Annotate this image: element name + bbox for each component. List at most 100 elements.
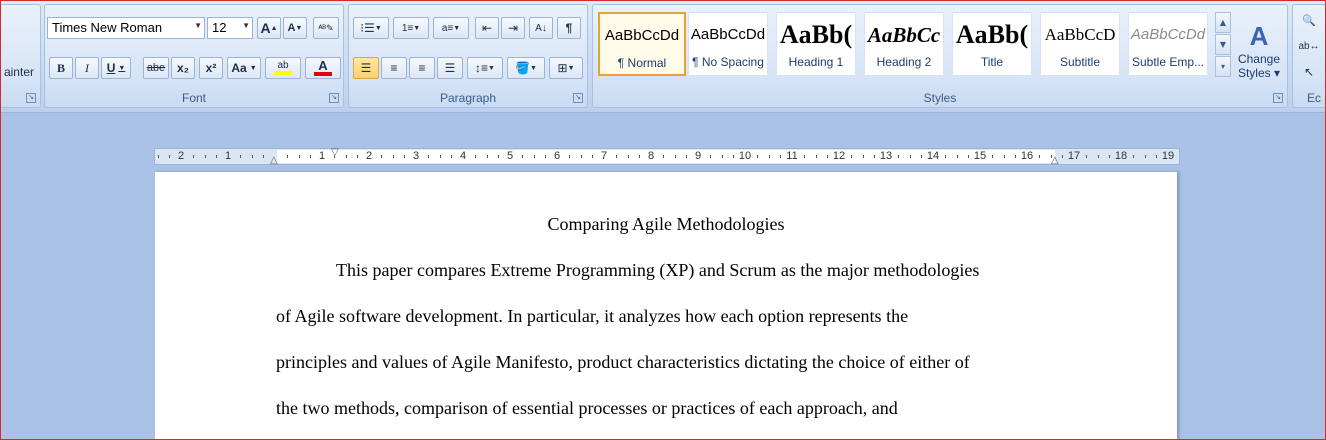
right-indent-marker[interactable]: △	[1051, 155, 1059, 166]
paragraph-group-label: Paragraph	[439, 91, 497, 105]
styles-scroll: ▲ ▼ ▾	[1215, 12, 1231, 78]
font-size-value: 12	[212, 20, 227, 35]
shading-button[interactable]: 🪣 ▼	[507, 57, 545, 79]
style-normal[interactable]: AaBbCcDd ¶ Normal	[598, 12, 686, 76]
scroll-down-icon[interactable]: ▼	[1215, 34, 1231, 55]
document-page[interactable]: Comparing Agile Methodologies This paper…	[155, 172, 1177, 440]
clipboard-launcher-icon[interactable]: ↘	[26, 93, 36, 103]
italic-button[interactable]: I	[75, 57, 99, 79]
ruler-tick	[263, 155, 265, 158]
change-styles-label: Change	[1237, 51, 1281, 66]
ruler-tick	[1085, 155, 1087, 158]
style-name: Heading 1	[788, 55, 844, 69]
ruler-tick	[592, 155, 594, 158]
ruler-number: 12	[832, 150, 846, 162]
ruler-number: 6	[553, 150, 561, 162]
ruler-tick	[498, 155, 500, 158]
ruler-tick	[756, 155, 758, 158]
multilevel-list-button[interactable]: a≡ ▼	[433, 17, 469, 39]
document-line: This paper compares Extreme Programming …	[336, 260, 980, 280]
subscript-button[interactable]: x₂	[171, 57, 195, 79]
shrink-font-button[interactable]: A ▼	[283, 17, 307, 39]
bullets-button[interactable]: ⁝☰ ▼	[353, 17, 389, 39]
change-styles-button[interactable]: A Change Styles ▾	[1236, 12, 1282, 88]
ruler-tick	[251, 155, 253, 158]
horizontal-ruler[interactable]: 2 1 1 2 3 4 5 6 7 8 9 10 11 12 13 14 15 16 17 18 19 ▽ △ △	[154, 147, 1180, 166]
ruler-tick	[780, 155, 782, 158]
increase-indent-button[interactable]: ⇥	[501, 17, 525, 39]
ruler-tick	[192, 155, 194, 158]
borders-button[interactable]: ⊞ ▼	[549, 57, 583, 79]
ruler-number: 3	[412, 150, 420, 162]
underline-button[interactable]: U ▼	[101, 57, 131, 79]
ruler-number: 5	[506, 150, 514, 162]
font-size-select[interactable]: 12 ▼	[207, 17, 253, 39]
left-indent-marker[interactable]: △	[270, 155, 278, 166]
increase-indent-icon: ⇥	[507, 21, 519, 35]
style-heading-2[interactable]: AaBbCc Heading 2	[864, 12, 944, 76]
font-launcher-icon[interactable]: ↘	[329, 93, 339, 103]
ruler-tick	[1062, 155, 1064, 158]
style-subtitle[interactable]: AaBbCcD Subtitle	[1040, 12, 1120, 76]
align-left-button[interactable]: ☰	[353, 57, 379, 79]
align-center-button[interactable]: ≡	[381, 57, 407, 79]
numbering-button[interactable]: 1≡ ▼	[393, 17, 429, 39]
ruler-tick	[768, 155, 770, 158]
clipboard-group: ainter ↘	[0, 4, 41, 108]
font-color-button[interactable]: A	[305, 57, 341, 79]
ruler-tick	[521, 155, 523, 158]
chevron-down-icon: ▼	[242, 21, 250, 30]
style-name: ¶ Normal	[617, 56, 667, 70]
superscript-icon: x²	[205, 61, 217, 75]
ruler-tick	[1132, 155, 1134, 158]
grow-font-button[interactable]: A ▲	[257, 17, 281, 39]
strikethrough-button[interactable]: abe	[143, 57, 169, 79]
format-painter-button[interactable]: ainter	[0, 61, 37, 83]
scroll-up-icon[interactable]: ▲	[1215, 12, 1231, 33]
ruler-tick	[286, 155, 288, 158]
ruler-number: 18	[1114, 150, 1128, 162]
ribbon: ainter ↘ Times New Roman ▼ 12 ▼ A ▲ A ▼ ᴬᴮ…	[0, 0, 1326, 113]
ruler-tick	[827, 155, 829, 158]
align-left-icon: ☰	[360, 61, 372, 75]
first-line-indent-marker[interactable]: ▽	[331, 147, 339, 158]
clear-formatting-button[interactable]: ᴬᴮ✎	[313, 17, 339, 39]
clear-formatting-icon: ᴬᴮ✎	[318, 22, 334, 33]
font-group: Times New Roman ▼ 12 ▼ A ▲ A ▼ ᴬᴮ✎ B I U ▼ …	[44, 4, 344, 108]
font-name-value: Times New Roman	[52, 20, 163, 35]
style-subtle-emphasis[interactable]: AaBbCcDd Subtle Emp...	[1128, 12, 1208, 76]
paragraph-launcher-icon[interactable]: ↘	[573, 93, 583, 103]
pilcrow-icon: ¶	[565, 21, 573, 35]
chevron-down-icon: ▼	[194, 21, 202, 30]
find-button[interactable]: 🔍	[1297, 9, 1321, 31]
style-title[interactable]: AaBb( Title	[952, 12, 1032, 76]
ruler-tick	[944, 155, 946, 158]
ruler-tick	[956, 155, 958, 158]
justify-icon: ☰	[444, 61, 456, 75]
replace-button[interactable]: ab↔	[1297, 35, 1321, 57]
style-heading-1[interactable]: AaBb( Heading 1	[776, 12, 856, 76]
show-marks-button[interactable]: ¶	[557, 17, 581, 39]
decrease-indent-button[interactable]: ⇤	[475, 17, 499, 39]
align-right-button[interactable]: ≡	[409, 57, 435, 79]
styles-launcher-icon[interactable]: ↘	[1273, 93, 1283, 103]
more-styles-icon[interactable]: ▾	[1215, 56, 1231, 77]
style-no-spacing[interactable]: AaBbCcDd ¶ No Spacing	[688, 12, 768, 76]
sort-button[interactable]: A↓	[529, 17, 553, 39]
bold-button[interactable]: B	[49, 57, 73, 79]
ruler-tick	[474, 155, 476, 158]
font-name-select[interactable]: Times New Roman ▼	[47, 17, 205, 39]
change-case-button[interactable]: Aa ▼	[227, 57, 261, 79]
highlight-button[interactable]: ab	[265, 57, 301, 79]
ruler-tick	[968, 155, 970, 158]
ruler-tick	[662, 155, 664, 158]
select-button[interactable]: ↖	[1297, 61, 1321, 83]
decrease-indent-icon: ⇤	[481, 21, 493, 35]
justify-button[interactable]: ☰	[437, 57, 463, 79]
superscript-button[interactable]: x²	[199, 57, 223, 79]
ruler-tick	[874, 155, 876, 158]
ruler-number: 15	[973, 150, 987, 162]
ruler-tick	[615, 155, 617, 158]
line-spacing-button[interactable]: ↕≡ ▼	[467, 57, 503, 79]
style-sample: AaBbCcDd	[690, 26, 766, 43]
